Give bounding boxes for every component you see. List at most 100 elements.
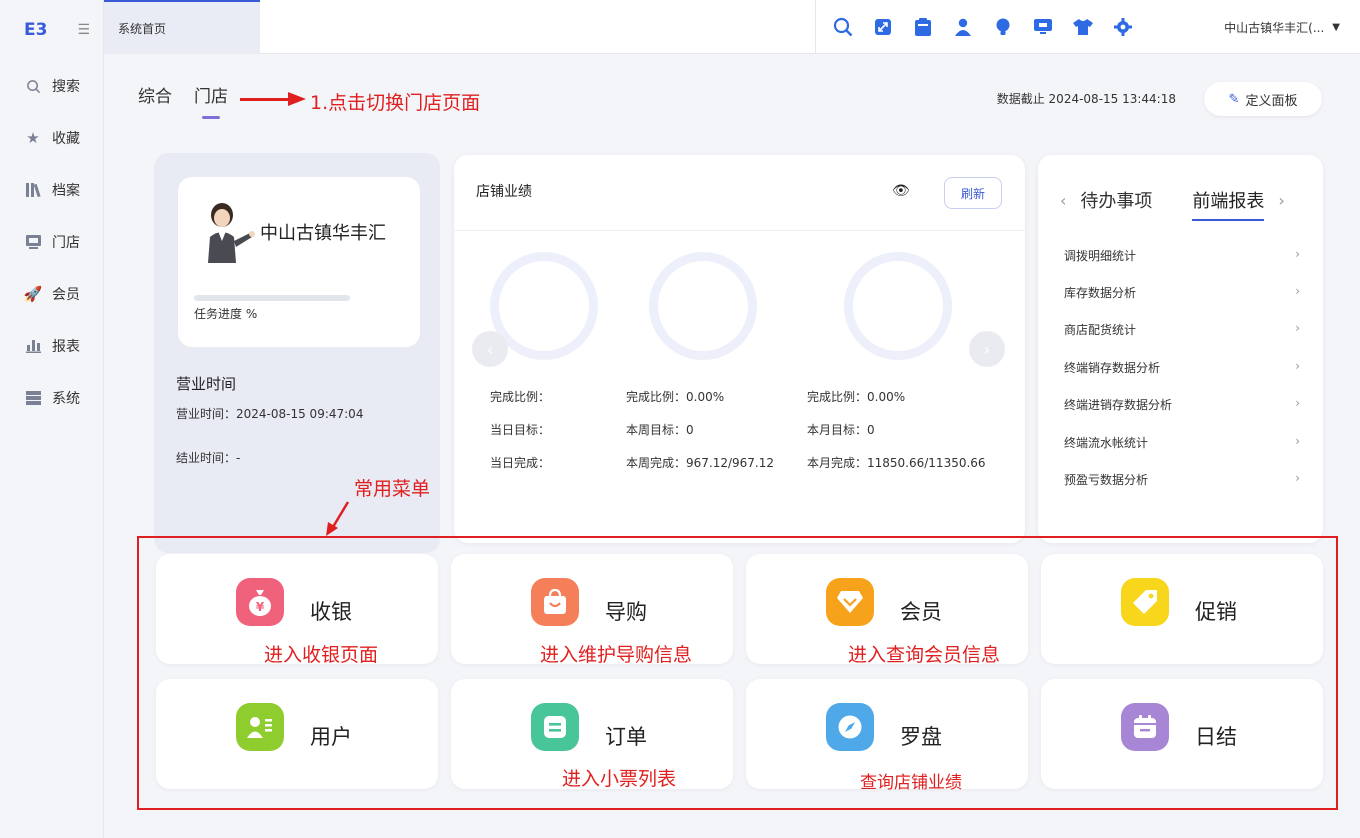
menu-tile-daily-close[interactable]: 日结 (1041, 679, 1323, 789)
sidebar-item-label: 报表 (52, 339, 80, 355)
performance-header: 店铺业绩 👁 刷新 (454, 155, 1025, 231)
sidebar-item-label: 档案 (52, 183, 80, 199)
monthly-target: 本月目标：0 (807, 423, 875, 437)
next-arrow-button[interactable]: › (969, 331, 1005, 367)
chevron-right-icon: › (1295, 471, 1300, 485)
tab-store[interactable]: 门店 (194, 82, 228, 119)
tile-label: 会员 (900, 600, 942, 624)
report-item-label: 终端进销存数据分析 (1064, 398, 1173, 412)
id-card-icon (236, 703, 284, 751)
sidebar-item-system[interactable]: 系统 (0, 372, 103, 424)
receipt-icon (531, 703, 579, 751)
search-icon[interactable] (832, 16, 854, 38)
user-icon[interactable] (952, 16, 974, 38)
chevron-right-icon: › (1295, 247, 1300, 261)
chevron-right-icon: › (1295, 434, 1300, 448)
money-bag-icon: ¥ (236, 578, 284, 626)
app-logo[interactable]: E3 (24, 20, 47, 40)
weekly-ratio: 完成比例：0.00% (626, 390, 725, 404)
avatar (208, 203, 255, 263)
tile-label: 罗盘 (900, 725, 942, 749)
tile-label: 订单 (605, 725, 647, 749)
sidebar-item-label: 门店 (52, 235, 80, 251)
report-item[interactable]: 调拨明细统计 › (1064, 247, 1300, 264)
report-item-label: 终端流水帐统计 (1064, 436, 1149, 450)
bulb-icon[interactable] (992, 16, 1014, 38)
edit-icon: ✎ (1228, 91, 1240, 107)
tile-annotation-cashier: 进入收银页面 (264, 644, 379, 666)
chevron-right-icon: › (1295, 396, 1300, 410)
define-panel-label: 定义面板 (1245, 93, 1298, 109)
menu-tile-user[interactable]: 用户 (156, 679, 438, 789)
sidebar-item-archive[interactable]: 档案 (0, 164, 103, 216)
report-item-label: 预盈亏数据分析 (1064, 473, 1149, 487)
store-selector[interactable]: 中山古镇华丰汇(... ▼ (1224, 0, 1340, 54)
tab-overview[interactable]: 综合 (138, 82, 172, 107)
shopping-bag-icon (531, 578, 579, 626)
tile-annotation-compass: 查询店铺业绩 (860, 773, 962, 793)
annotation-arrow-head (288, 92, 306, 106)
search-icon (24, 79, 42, 94)
report-tabs: ‹ 待办事项 前端报表 › (1060, 187, 1285, 221)
menu-tile-promotion[interactable]: 促销 (1041, 554, 1323, 664)
define-panel-button[interactable]: ✎ 定义面板 (1204, 82, 1322, 116)
weekly-target: 本周目标：0 (626, 423, 694, 437)
toolbar-icons (815, 0, 1134, 54)
chevron-right-icon[interactable]: › (1278, 191, 1284, 210)
data-cutoff-time: 数据截止 2024-08-15 13:44:18 (996, 92, 1176, 106)
tile-label: 导购 (605, 600, 647, 624)
screen-icon[interactable] (1032, 16, 1054, 38)
sidebar-item-label: 会员 (52, 287, 80, 303)
tag-icon (1121, 578, 1169, 626)
report-item[interactable]: 终端流水帐统计 › (1064, 434, 1300, 451)
tile-annotation-member: 进入查询会员信息 (848, 644, 1001, 666)
sidebar-item-search[interactable]: 搜索 (0, 60, 103, 112)
bar-chart-icon (24, 339, 42, 353)
tile-label: 用户 (310, 725, 352, 749)
store-card: 中山古镇华丰汇 任务进度 % (178, 177, 420, 347)
prev-arrow-button[interactable]: ‹ (472, 331, 508, 367)
report-item[interactable]: 预盈亏数据分析 › (1064, 471, 1300, 488)
common-menu-annotation: 常用菜单 (354, 478, 431, 500)
sidebar-item-report[interactable]: 报表 (0, 320, 103, 372)
sidebar-item-member[interactable]: 🚀 会员 (0, 268, 103, 320)
report-item[interactable]: 商店配货统计 › (1064, 321, 1300, 338)
books-icon (24, 183, 42, 197)
main-content: 综合 门店 1.点击切换门店页面 数据截止 2024-08-15 13:44:1… (104, 54, 1360, 838)
tile-annotation-order: 进入小票列表 (562, 768, 677, 790)
common-menu-arrow (326, 501, 350, 536)
chevron-left-icon[interactable]: ‹ (1060, 191, 1066, 210)
gear-icon[interactable] (1112, 16, 1134, 38)
shirt-icon[interactable] (1072, 16, 1094, 38)
daily-done: 当日完成： (490, 456, 551, 470)
menu-collapse-icon[interactable]: ☰ (77, 22, 90, 38)
eye-icon[interactable]: 👁 (892, 183, 910, 199)
svg-text:¥: ¥ (256, 600, 265, 614)
reports-panel: ‹ 待办事项 前端报表 › 调拨明细统计 › 库存数据分析 › 商店配货统计 › 终端… (1038, 155, 1323, 543)
report-item[interactable]: 终端销存数据分析 › (1064, 359, 1300, 376)
expand-icon[interactable] (872, 16, 894, 38)
report-item-label: 库存数据分析 (1064, 286, 1137, 300)
store-icon (24, 235, 42, 249)
performance-title: 店铺业绩 (476, 184, 532, 200)
sidebar-item-label: 系统 (52, 391, 80, 407)
report-item[interactable]: 终端进销存数据分析 › (1064, 396, 1300, 413)
task-progress-label: 任务进度 % (194, 307, 258, 321)
tab-home[interactable]: 系统首页 (104, 0, 260, 54)
clipboard-icon[interactable] (912, 16, 934, 38)
report-item[interactable]: 库存数据分析 › (1064, 284, 1300, 301)
sidebar-item-label: 收藏 (52, 131, 80, 147)
close-time: 结业时间：- (176, 451, 241, 465)
logo-row: E3 ☰ (0, 0, 103, 60)
store-performance-panel: 店铺业绩 👁 刷新 ‹ › 完成比例： 当日目标： 当日完成： 完成比例：0.0… (454, 155, 1025, 543)
weekly-done: 本周完成：967.12/967.12 (626, 456, 775, 470)
refresh-button[interactable]: 刷新 (944, 177, 1002, 209)
caret-down-icon: ▼ (1332, 21, 1340, 33)
chevron-right-icon: › (1295, 359, 1300, 373)
tab-todo[interactable]: 待办事项 (1080, 187, 1152, 213)
report-item-label: 终端销存数据分析 (1064, 361, 1161, 375)
tab-frontend-reports[interactable]: 前端报表 (1192, 187, 1265, 221)
open-time: 营业时间：2024-08-15 09:47:04 (176, 407, 364, 421)
sidebar-item-favorites[interactable]: ★ 收藏 (0, 112, 103, 164)
sidebar-item-store[interactable]: 门店 (0, 216, 103, 268)
